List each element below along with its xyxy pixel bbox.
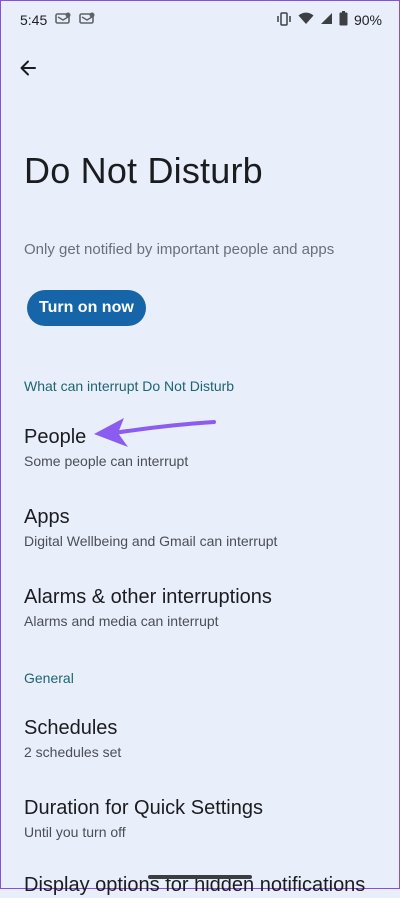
annotation-arrow-icon bbox=[94, 418, 216, 447]
list-item-apps[interactable]: Apps Digital Wellbeing and Gmail can int… bbox=[24, 504, 376, 551]
back-button[interactable] bbox=[14, 56, 42, 84]
item-subtitle: Some people can interrupt bbox=[24, 453, 189, 469]
page-title: Do Not Disturb bbox=[24, 150, 263, 191]
list-item-schedules[interactable]: Schedules 2 schedules set bbox=[24, 715, 376, 762]
status-right: 90% bbox=[276, 11, 382, 29]
signal-icon bbox=[320, 12, 333, 28]
item-title: Duration for Quick Settings bbox=[24, 797, 263, 819]
item-title: Apps bbox=[24, 506, 70, 528]
page-subtitle: Only get notified by important people an… bbox=[24, 241, 335, 258]
status-left: 5:45 bbox=[20, 12, 95, 29]
section-header-general: General bbox=[24, 670, 74, 686]
item-subtitle: Digital Wellbeing and Gmail can interrup… bbox=[24, 533, 278, 549]
clock: 5:45 bbox=[20, 12, 48, 28]
list-item-alarms[interactable]: Alarms & other interruptions Alarms and … bbox=[24, 584, 376, 631]
wifi-icon bbox=[298, 12, 314, 28]
battery-percentage: 90% bbox=[353, 12, 382, 28]
gesture-nav-handle[interactable] bbox=[148, 875, 252, 879]
message-icon bbox=[55, 12, 71, 29]
item-subtitle: Alarms and media can interrupt bbox=[24, 613, 219, 629]
item-subtitle: Until you turn off bbox=[24, 824, 126, 840]
battery-icon bbox=[339, 11, 348, 29]
item-subtitle: 2 schedules set bbox=[24, 744, 122, 760]
turn-on-now-button[interactable]: Turn on now bbox=[27, 290, 146, 326]
item-title: Alarms & other interruptions bbox=[24, 586, 272, 608]
list-item-duration[interactable]: Duration for Quick Settings Until you tu… bbox=[24, 795, 376, 842]
vibrate-icon bbox=[276, 11, 292, 29]
status-bar: 5:45 90% bbox=[0, 0, 400, 40]
item-title: Schedules bbox=[24, 717, 118, 739]
message-icon bbox=[79, 12, 95, 29]
arrow-left-icon bbox=[18, 58, 38, 83]
section-header-interrupt: What can interrupt Do Not Disturb bbox=[24, 378, 235, 394]
